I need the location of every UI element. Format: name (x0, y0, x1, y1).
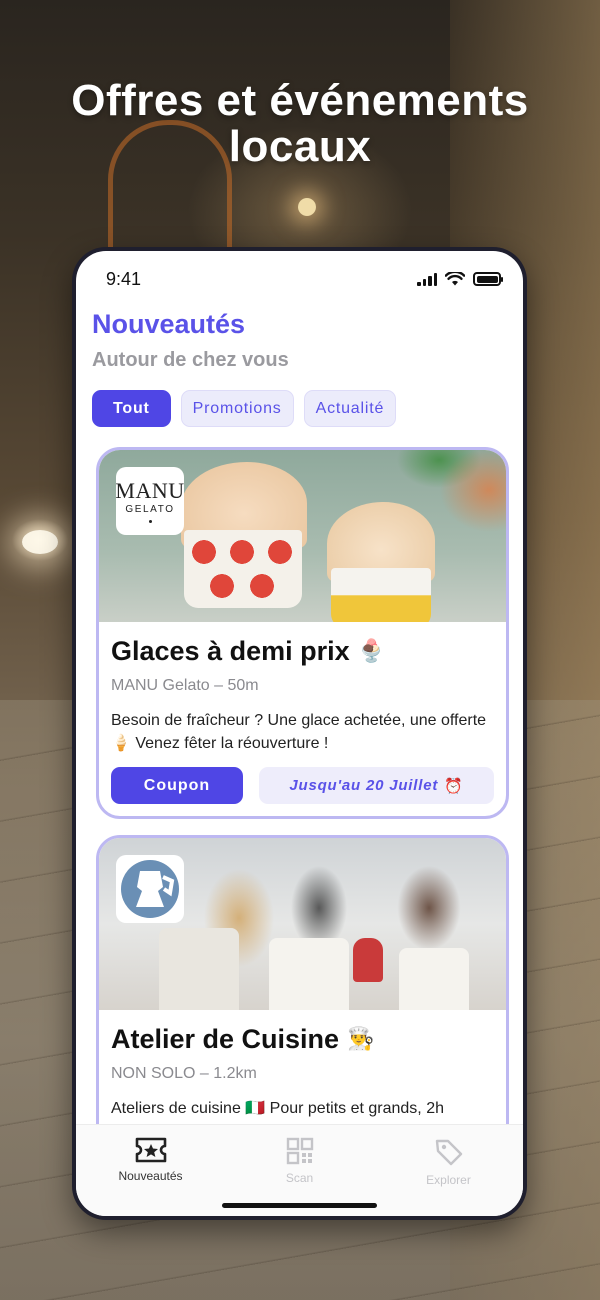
qr-code-icon (286, 1137, 313, 1165)
phone-screen: 9:41 Nouveautés Autour de chez vous Tout… (76, 251, 523, 1216)
offer-title-text: Glaces à demi prix (111, 636, 350, 666)
battery-icon (473, 272, 503, 286)
logo-text-gelato: GELATO (125, 503, 175, 515)
headline-line-2: locaux (228, 122, 372, 171)
merchant-logo: MANU GELATO (115, 467, 185, 535)
filter-chip-tout[interactable]: Tout (92, 390, 171, 427)
offer-title: Atelier de Cuisine 👨‍🍳 (111, 1024, 494, 1055)
alarm-clock-icon: ⏰ (444, 776, 464, 795)
tab-explorer[interactable]: Explorer (379, 1137, 519, 1216)
background-light (298, 198, 316, 216)
status-time: 9:41 (106, 268, 142, 289)
filter-chips: Tout Promotions Actualité (92, 390, 397, 427)
tag-icon (435, 1139, 462, 1166)
coupon-button[interactable]: Coupon (111, 767, 243, 804)
filter-chip-actualite[interactable]: Actualité (303, 390, 397, 427)
tab-label: Explorer (426, 1173, 471, 1187)
tab-label: Scan (285, 1171, 314, 1185)
home-indicator[interactable] (222, 1203, 377, 1208)
offer-actions: Coupon Jusqu'au 20 Juillet ⏰ (111, 767, 494, 804)
tab-nouveautes[interactable]: Nouveautés (81, 1137, 221, 1216)
headline-line-1: Offres et événements (71, 76, 529, 125)
offer-card-body: Atelier de Cuisine 👨‍🍳 NON SOLO – 1.2km … (99, 1010, 506, 1124)
ice-cream-icon: 🍨 (357, 639, 386, 664)
offer-deadline: Jusqu'au 20 Juillet ⏰ (259, 767, 494, 804)
logo-text-manu: MANU (115, 477, 185, 503)
moka-pot-icon (121, 860, 179, 918)
status-icons (417, 272, 503, 286)
offer-image-cooking (99, 838, 506, 1010)
offer-description: Ateliers de cuisine 🇮🇹 Pour petits et gr… (111, 1100, 444, 1124)
ticket-star-icon (135, 1137, 166, 1163)
page-title: Nouveautés (92, 309, 246, 339)
chef-icon: 👨‍🍳 (347, 1027, 375, 1052)
status-bar: 9:41 (76, 251, 523, 307)
offer-description: Besoin de fraîcheur ? Une glace achetée,… (111, 712, 487, 752)
offer-image-gelato: MANU GELATO (99, 450, 506, 622)
wifi-icon (445, 272, 465, 286)
tab-label: Nouveautés (118, 1169, 183, 1183)
offer-meta: NON SOLO – 1.2km (111, 1065, 257, 1082)
offer-title: Glaces à demi prix 🍨 (111, 636, 494, 667)
promo-headline: Offres et événements locaux (0, 78, 600, 170)
offer-card[interactable]: MANU GELATO Glaces à demi prix 🍨 MANU Ge… (96, 447, 509, 819)
background-flare (22, 530, 58, 554)
tab-bar: Nouveautés Scan Explorer (76, 1124, 523, 1216)
offer-meta: MANU Gelato – 50m (111, 677, 259, 694)
offer-title-text: Atelier de Cuisine (111, 1024, 340, 1054)
signal-icon (417, 272, 437, 286)
offer-card-body: Glaces à demi prix 🍨 MANU Gelato – 50m B… (99, 622, 506, 755)
offer-card[interactable]: Atelier de Cuisine 👨‍🍳 NON SOLO – 1.2km … (96, 835, 509, 1124)
phone-frame: 9:41 Nouveautés Autour de chez vous Tout… (72, 247, 527, 1220)
offers-feed[interactable]: MANU GELATO Glaces à demi prix 🍨 MANU Ge… (76, 447, 523, 1124)
offer-deadline-text: Jusqu'au 20 Juillet (289, 777, 439, 794)
merchant-logo (116, 855, 184, 923)
filter-chip-promotions[interactable]: Promotions (180, 390, 294, 427)
page-subtitle: Autour de chez vous (92, 349, 289, 371)
